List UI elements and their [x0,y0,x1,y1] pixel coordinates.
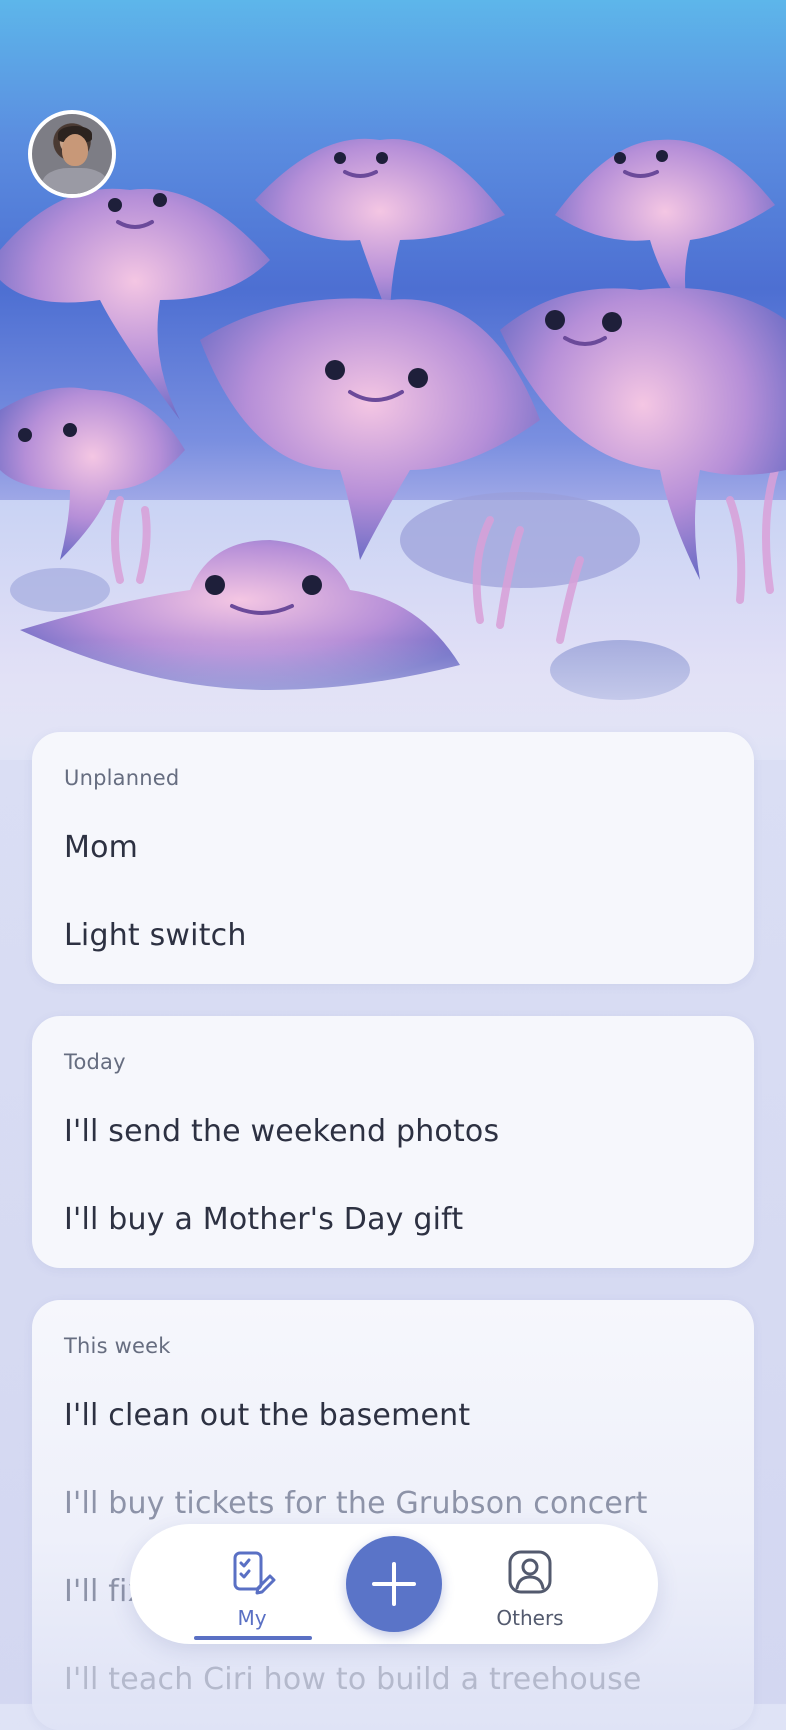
tab-my-label: My [237,1606,267,1630]
person-icon [506,1548,554,1600]
section-card-today: Today I'll send the weekend photos I'll … [32,1016,754,1268]
add-button[interactable] [346,1536,442,1632]
hero-illustration [0,0,786,760]
section-title: Today [64,1050,126,1074]
clipboard-edit-icon [228,1548,276,1600]
section-title: This week [64,1334,171,1358]
plus-icon [372,1562,416,1606]
list-item[interactable]: I'll clean out the basement [64,1398,470,1433]
list-item[interactable]: Light switch [64,918,247,953]
active-tab-indicator [194,1636,312,1640]
tab-others[interactable]: Others [460,1524,600,1644]
section-card-unplanned: Unplanned Mom Light switch [32,732,754,984]
profile-avatar[interactable] [28,110,116,198]
tab-others-label: Others [496,1606,564,1630]
section-title: Unplanned [64,766,180,790]
tab-my[interactable]: My [182,1524,322,1644]
section-card-this-week: This week I'll clean out the basement I'… [32,1300,754,1730]
list-item[interactable]: I'll send the weekend photos [64,1114,499,1149]
list-item[interactable]: I'll teach Ciri how to build a treehouse [64,1662,642,1697]
list-item[interactable]: Mom [64,830,138,865]
list-item[interactable]: I'll buy a Mother's Day gift [64,1202,463,1237]
list-item[interactable]: I'll buy tickets for the Grubson concert [64,1486,648,1521]
bottom-tab-bar: My Others [130,1524,658,1644]
